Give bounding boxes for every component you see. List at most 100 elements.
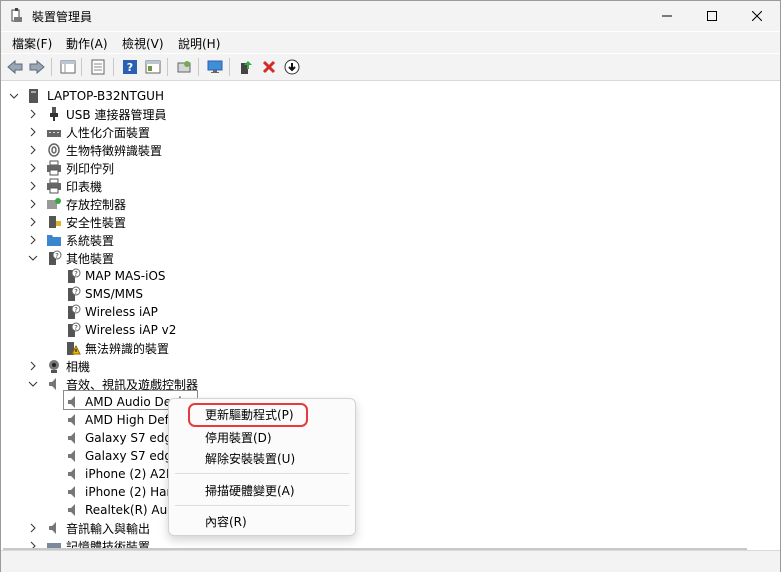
tree-category-label: USB 連接器管理員: [66, 107, 167, 122]
update-driver-icon[interactable]: [237, 58, 255, 76]
chevron-right-icon[interactable]: [28, 199, 38, 209]
device-tree: LAPTOP-B32NTGUH USB 連接器管理員 人性化介面裝置 生物特徵辨識裝…: [1, 81, 763, 551]
chevron-down-icon[interactable]: [9, 91, 19, 101]
tree-device-label: Wireless iAP v2: [85, 323, 177, 337]
menu-bar: 檔案(F) 動作(A) 檢視(V) 說明(H): [1, 32, 780, 53]
menu-help[interactable]: 說明(H): [178, 35, 220, 52]
minimize-button[interactable]: [644, 1, 690, 31]
speaker-icon: [65, 502, 81, 518]
speaker-icon: [65, 484, 81, 500]
svg-text:?: ?: [74, 306, 78, 314]
tree-category-label: 相機: [66, 359, 91, 374]
tree-device-label: Wireless iAP: [85, 305, 158, 319]
device-manager-window: 裝置管理員 檔案(F) 動作(A) 檢視(V) 說明(H) ? LAPTOP-B…: [0, 0, 781, 572]
tree-category-label: 印表機: [66, 179, 103, 194]
tree-category[interactable]: 列印佇列: [46, 159, 114, 177]
tree-category[interactable]: 存放控制器: [46, 195, 126, 213]
tree-category-camera[interactable]: 相機: [46, 357, 90, 375]
fingerprint-icon: [46, 142, 62, 158]
tree-root[interactable]: LAPTOP-B32NTGUH: [27, 87, 164, 105]
computer-icon: [27, 88, 43, 104]
unknown-device-icon: ?: [65, 268, 81, 284]
hid-icon: [46, 124, 62, 140]
tree-category-label: 系統裝置: [66, 233, 115, 248]
chevron-right-icon[interactable]: [28, 361, 38, 371]
menu-view[interactable]: 檢視(V): [122, 35, 164, 52]
tree-category[interactable]: 安全性裝置: [46, 213, 126, 231]
download-icon[interactable]: [283, 58, 301, 76]
chevron-right-icon[interactable]: [28, 217, 38, 227]
tree-device[interactable]: ? Wireless iAP: [65, 303, 158, 321]
tree-category[interactable]: USB 連接器管理員: [46, 105, 166, 123]
console-tree-icon[interactable]: [144, 58, 162, 76]
speaker-icon: [65, 466, 81, 482]
chevron-right-icon[interactable]: [28, 181, 38, 191]
tree-device-label: SMS/MMS: [85, 287, 143, 301]
storage-controller-icon: [46, 196, 62, 212]
back-icon[interactable]: [6, 58, 24, 76]
tree-category[interactable]: 印表機: [46, 177, 102, 195]
tree-category-audio-io[interactable]: 音訊輸入與輸出: [46, 519, 150, 537]
tree-root-label: LAPTOP-B32NTGUH: [47, 89, 164, 103]
svg-text:?: ?: [74, 324, 78, 332]
tree-category[interactable]: 人性化介面裝置: [46, 123, 150, 141]
folder-icon: [46, 232, 62, 248]
printer-icon: [46, 160, 62, 176]
help-icon[interactable]: ?: [121, 58, 139, 76]
unknown-device-icon: ?: [65, 322, 81, 338]
tree-device-label: 無法辨識的裝置: [85, 341, 170, 356]
svg-text:?: ?: [74, 288, 78, 296]
maximize-button[interactable]: [689, 1, 735, 31]
menu-item-properties[interactable]: 內容(R): [205, 513, 247, 530]
security-icon: [46, 214, 62, 230]
unknown-device-icon: ?: [65, 286, 81, 302]
usb-icon: [46, 106, 62, 122]
chevron-right-icon[interactable]: [28, 235, 38, 245]
scan-hardware-icon[interactable]: [175, 58, 193, 76]
tree-category-label: 人性化介面裝置: [66, 125, 151, 140]
tree-category[interactable]: ? 其他裝置: [46, 249, 114, 267]
tree-device[interactable]: ? Wireless iAP v2: [65, 321, 176, 339]
menu-item-scan-hardware[interactable]: 掃描硬體變更(A): [205, 482, 295, 499]
chevron-right-icon[interactable]: [28, 145, 38, 155]
speaker-icon: [65, 430, 81, 446]
tree-category-label: 生物特徵辨識裝置: [66, 143, 163, 158]
menu-action[interactable]: 動作(A): [66, 35, 108, 52]
chevron-right-icon[interactable]: [28, 127, 38, 137]
window-title: 裝置管理員: [32, 10, 93, 24]
monitor-icon[interactable]: [206, 58, 224, 76]
chevron-right-icon[interactable]: [28, 523, 38, 533]
uninstall-icon[interactable]: [260, 58, 278, 76]
tree-category-label: 其他裝置: [66, 251, 115, 266]
unknown-device-icon: ?: [46, 250, 62, 266]
tree-device-label: MAP MAS-iOS: [85, 269, 166, 283]
menu-item-disable-device[interactable]: 停用裝置(D): [205, 429, 272, 446]
menu-item-uninstall-device[interactable]: 解除安裝裝置(U): [205, 450, 295, 467]
chevron-right-icon[interactable]: [28, 109, 38, 119]
tree-category[interactable]: 生物特徵辨識裝置: [46, 141, 162, 159]
svg-text:?: ?: [55, 252, 59, 260]
tree-category-label: 音訊輸入與輸出: [66, 521, 151, 536]
document-icon[interactable]: [89, 58, 107, 76]
tree-category[interactable]: 系統裝置: [46, 231, 114, 249]
close-button[interactable]: [734, 1, 780, 31]
tree-device[interactable]: ? MAP MAS-iOS: [65, 267, 166, 285]
chevron-down-icon[interactable]: [28, 253, 38, 263]
tree-category-label: 存放控制器: [66, 197, 127, 212]
tree-device[interactable]: ? SMS/MMS: [65, 285, 143, 303]
context-menu: 更新驅動程式(P) 停用裝置(D) 解除安裝裝置(U) 掃描硬體變更(A) 內容…: [168, 398, 356, 536]
title-bar: 裝置管理員: [1, 1, 780, 31]
chevron-down-icon[interactable]: [28, 379, 38, 389]
speaker-icon: [65, 412, 81, 428]
menu-file[interactable]: 檔案(F): [12, 35, 52, 52]
tree-category-label: 安全性裝置: [66, 215, 127, 230]
tree-device[interactable]: 無法辨識的裝置: [65, 339, 169, 357]
properties-view-icon[interactable]: [59, 58, 77, 76]
speaker-icon: [46, 520, 62, 536]
printer-icon: [46, 178, 62, 194]
menu-item-update-driver[interactable]: 更新驅動程式(P): [205, 406, 294, 423]
tree-category-label: 列印佇列: [66, 161, 115, 176]
forward-icon[interactable]: [28, 58, 46, 76]
chevron-right-icon[interactable]: [28, 163, 38, 173]
svg-text:?: ?: [127, 61, 133, 74]
